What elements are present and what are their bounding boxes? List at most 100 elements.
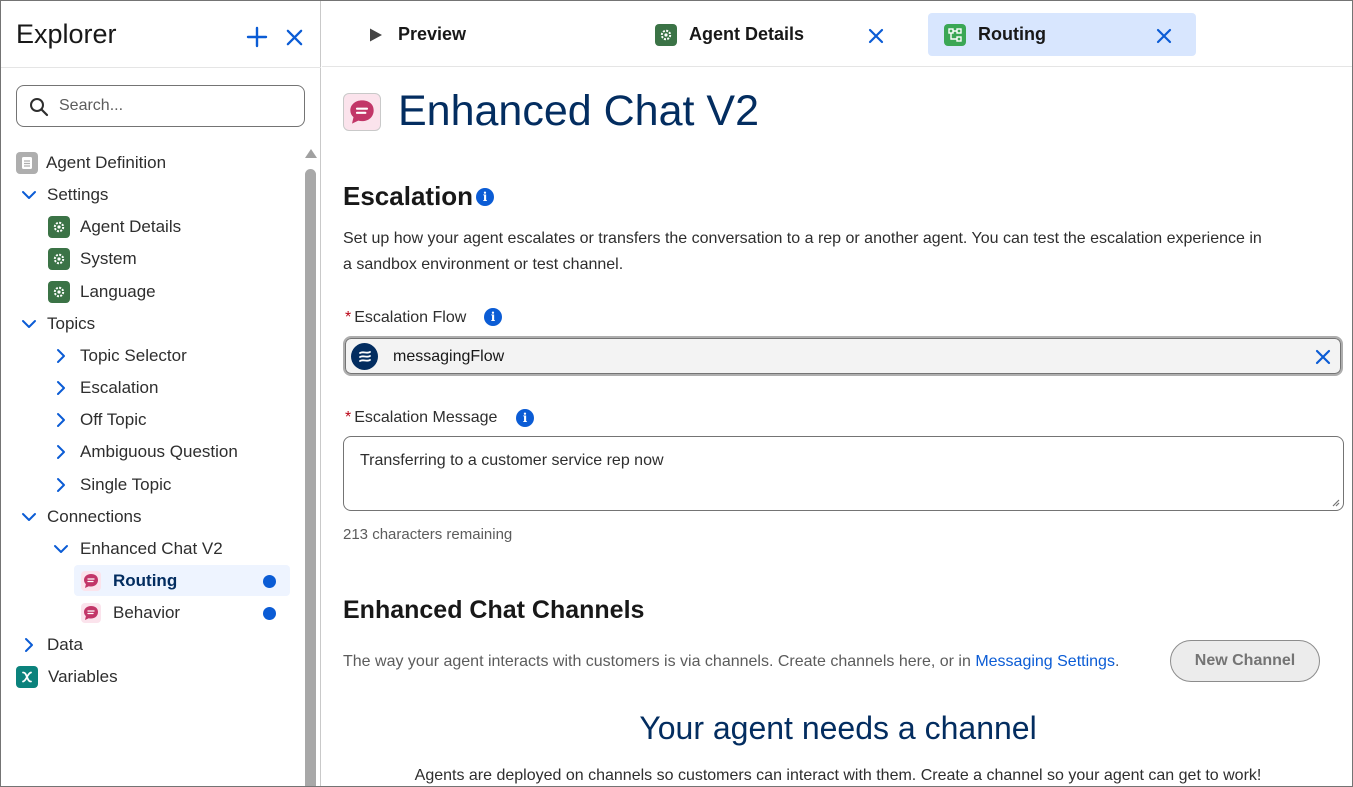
tree-label: Connections xyxy=(47,507,142,526)
gear-icon xyxy=(48,248,70,270)
close-tab-icon[interactable] xyxy=(868,28,884,44)
tree-item-settings[interactable]: Settings xyxy=(21,180,108,210)
tree-label: Data xyxy=(47,635,83,654)
chevron-down-icon[interactable] xyxy=(21,187,37,203)
tree-item-off-topic[interactable]: Off Topic xyxy=(53,405,146,435)
scroll-thumb[interactable] xyxy=(305,169,316,786)
tree-label: Enhanced Chat V2 xyxy=(80,539,223,558)
tree-item-topic-selector[interactable]: Topic Selector xyxy=(53,341,187,371)
info-icon[interactable]: i xyxy=(476,188,494,206)
gear-icon xyxy=(655,23,677,46)
tree-item-data[interactable]: Data xyxy=(21,630,83,660)
chevron-right-icon[interactable] xyxy=(53,380,69,396)
chevron-down-icon[interactable] xyxy=(53,541,69,557)
tab-label: Agent Details xyxy=(689,24,805,44)
escalation-description-line: Set up how your agent escalates or trans… xyxy=(343,230,1262,247)
chars-remaining: 213 characters remaining xyxy=(343,526,513,543)
tree-item-agent-details[interactable]: Agent Details xyxy=(48,212,181,242)
field-label-text: Escalation Flow xyxy=(354,309,467,326)
tree-label: System xyxy=(80,249,137,268)
tree-item-variables[interactable]: Variables xyxy=(16,662,118,692)
add-icon[interactable] xyxy=(245,25,269,49)
escalation-flow-value: messagingFlow xyxy=(393,348,505,365)
tab-label: Routing xyxy=(978,24,1046,44)
tree-item-connections[interactable]: Connections xyxy=(21,502,142,532)
chat-icon xyxy=(343,93,381,131)
channels-heading: Enhanced Chat Channels xyxy=(343,596,645,624)
tree-item-language[interactable]: Language xyxy=(48,277,156,307)
tree-item-behavior[interactable]: Behavior xyxy=(81,598,180,628)
tree-label: Agent Definition xyxy=(46,153,167,172)
tree-label: Variables xyxy=(48,667,118,686)
required-asterisk: * xyxy=(345,309,352,326)
chat-icon xyxy=(81,571,101,591)
tab-label: Preview xyxy=(398,24,467,44)
tree-label: Behavior xyxy=(113,603,181,622)
required-asterisk: * xyxy=(345,409,352,426)
chevron-right-icon[interactable] xyxy=(53,348,69,364)
empty-state-description: Agents are deployed on channels so custo… xyxy=(414,767,1262,784)
escalation-flow-lookup[interactable]: messagingFlow xyxy=(343,336,1343,376)
tree-item-ambiguous-question[interactable]: Ambiguous Question xyxy=(53,437,238,467)
tree-item-escalation[interactable]: Escalation xyxy=(53,373,158,403)
tab-preview[interactable]: Preview xyxy=(368,13,466,56)
tree-label: Escalation xyxy=(80,378,159,397)
escalation-message-value: Transferring to a customer service rep n… xyxy=(360,452,664,469)
search-box[interactable] xyxy=(16,85,305,127)
document-icon xyxy=(16,152,38,174)
escalation-description: Set up how your agent escalates or trans… xyxy=(343,226,1348,278)
tree-item-routing[interactable]: Routing xyxy=(81,566,177,596)
sidebar-scrollbar[interactable] xyxy=(304,149,317,786)
escalation-message-label: * Escalation Message xyxy=(345,409,497,427)
tab-agent-details[interactable]: Agent Details xyxy=(655,13,804,56)
escalation-description-line: a sandbox environment or test channel. xyxy=(343,256,624,273)
scroll-up-arrow-icon[interactable] xyxy=(305,149,317,158)
gear-icon xyxy=(48,281,70,303)
unsaved-indicator-dot xyxy=(263,607,276,620)
tree-item-agent-definition[interactable]: Agent Definition xyxy=(16,148,166,178)
empty-state-title: Your agent needs a channel xyxy=(639,710,1037,746)
chevron-down-icon[interactable] xyxy=(21,509,37,525)
escalation-message-textarea[interactable]: Transferring to a customer service rep n… xyxy=(343,436,1344,511)
messaging-settings-link[interactable]: Messaging Settings xyxy=(975,653,1115,670)
chevron-right-icon[interactable] xyxy=(53,477,69,493)
escalation-flow-label: * Escalation Flow xyxy=(345,309,466,327)
explorer-title: Explorer xyxy=(16,19,117,49)
tree-item-system[interactable]: System xyxy=(48,244,137,274)
page-title: Enhanced Chat V2 xyxy=(398,87,759,135)
variable-icon xyxy=(16,666,38,688)
tree-label: Routing xyxy=(113,571,178,590)
unsaved-indicator-dot xyxy=(263,575,276,588)
new-channel-button[interactable]: New Channel xyxy=(1170,640,1320,682)
clear-selection-icon[interactable] xyxy=(1315,349,1331,365)
channels-description-period: . xyxy=(1114,653,1120,670)
channels-description-text: The way your agent interacts with custom… xyxy=(343,653,976,670)
tree-label: Settings xyxy=(47,185,109,204)
close-sidebar-icon[interactable] xyxy=(285,28,304,47)
field-label-text: Escalation Message xyxy=(354,409,498,426)
chevron-right-icon[interactable] xyxy=(53,412,69,428)
tree-item-topics[interactable]: Topics xyxy=(21,309,95,339)
tree-label: Ambiguous Question xyxy=(80,442,238,461)
channels-description: The way your agent interacts with custom… xyxy=(343,649,1119,675)
escalation-heading: Escalation xyxy=(343,181,474,211)
tree-item-enhanced-chat-v2[interactable]: Enhanced Chat V2 xyxy=(53,534,223,564)
info-icon[interactable]: i xyxy=(484,308,502,326)
tree-label: Language xyxy=(80,282,156,301)
chevron-right-icon[interactable] xyxy=(53,444,69,460)
chevron-down-icon[interactable] xyxy=(21,316,37,332)
play-icon xyxy=(370,28,382,41)
search-icon xyxy=(30,98,49,117)
close-tab-icon[interactable] xyxy=(1156,28,1172,44)
resize-grip-icon[interactable] xyxy=(1330,497,1340,507)
tree-label: Single Topic xyxy=(80,475,172,494)
chevron-right-icon[interactable] xyxy=(21,637,37,653)
chat-icon xyxy=(81,603,101,623)
tree-label: Agent Details xyxy=(80,217,182,236)
tab-bar: Preview Agent Details Routing xyxy=(322,1,1352,67)
tree-item-single-topic[interactable]: Single Topic xyxy=(53,470,171,500)
flow-icon xyxy=(351,343,378,370)
gear-icon xyxy=(48,216,70,238)
search-input[interactable] xyxy=(59,95,289,117)
info-icon[interactable]: i xyxy=(516,409,534,427)
